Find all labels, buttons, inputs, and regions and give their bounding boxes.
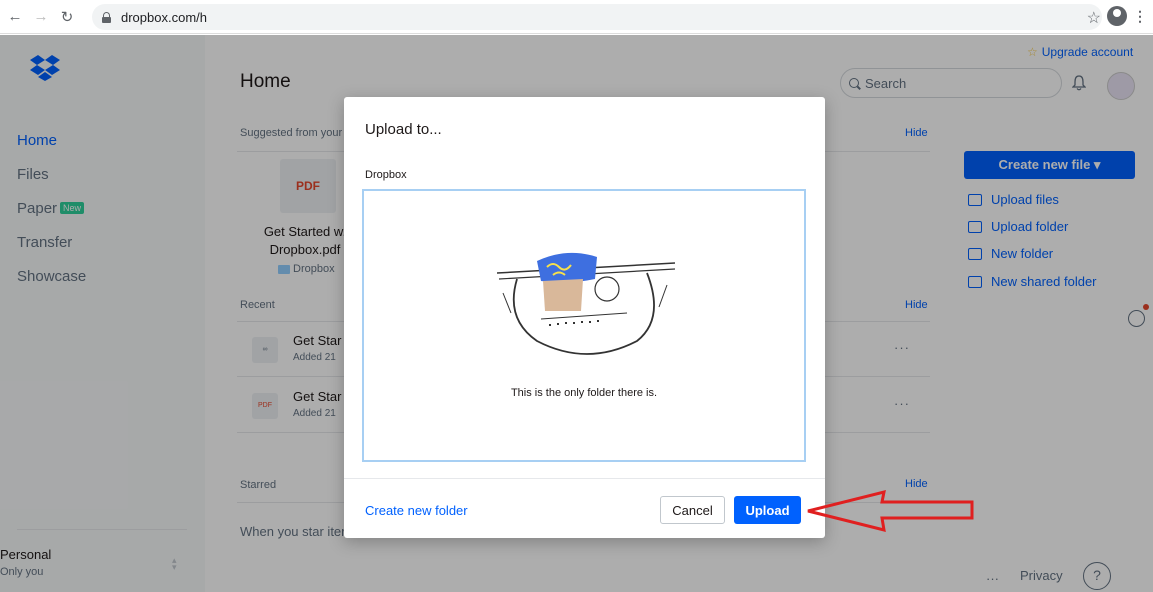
- folder-browser[interactable]: This is the only folder there is.: [362, 189, 806, 462]
- folder-path[interactable]: Dropbox: [365, 169, 407, 181]
- url-text: dropbox.com/h: [121, 9, 207, 25]
- profile-icon[interactable]: [1107, 6, 1127, 26]
- create-new-folder-link[interactable]: Create new folder: [365, 503, 468, 518]
- dialog-footer-divider: [344, 478, 825, 479]
- reload-icon[interactable]: ↻: [56, 6, 78, 28]
- dialog-title: Upload to...: [365, 121, 442, 138]
- upload-to-dialog: Upload to... Dropbox This is the only fo…: [344, 97, 825, 538]
- back-icon[interactable]: ←: [4, 6, 26, 28]
- empty-folder-message: This is the only folder there is.: [510, 387, 658, 399]
- forward-icon[interactable]: →: [30, 6, 52, 28]
- annotation-arrow-icon: [807, 489, 974, 533]
- bookmark-star-icon[interactable]: ☆: [1087, 8, 1101, 28]
- address-bar[interactable]: dropbox.com/h: [92, 4, 1102, 30]
- browser-menu-icon[interactable]: ⋮: [1133, 8, 1147, 25]
- lock-icon: [102, 11, 111, 23]
- browser-toolbar: ← → ↻ dropbox.com/h ☆ ⋮: [0, 0, 1153, 34]
- sloth-illustration: [497, 252, 675, 355]
- cancel-button[interactable]: Cancel: [660, 496, 725, 524]
- upload-button[interactable]: Upload: [734, 496, 801, 524]
